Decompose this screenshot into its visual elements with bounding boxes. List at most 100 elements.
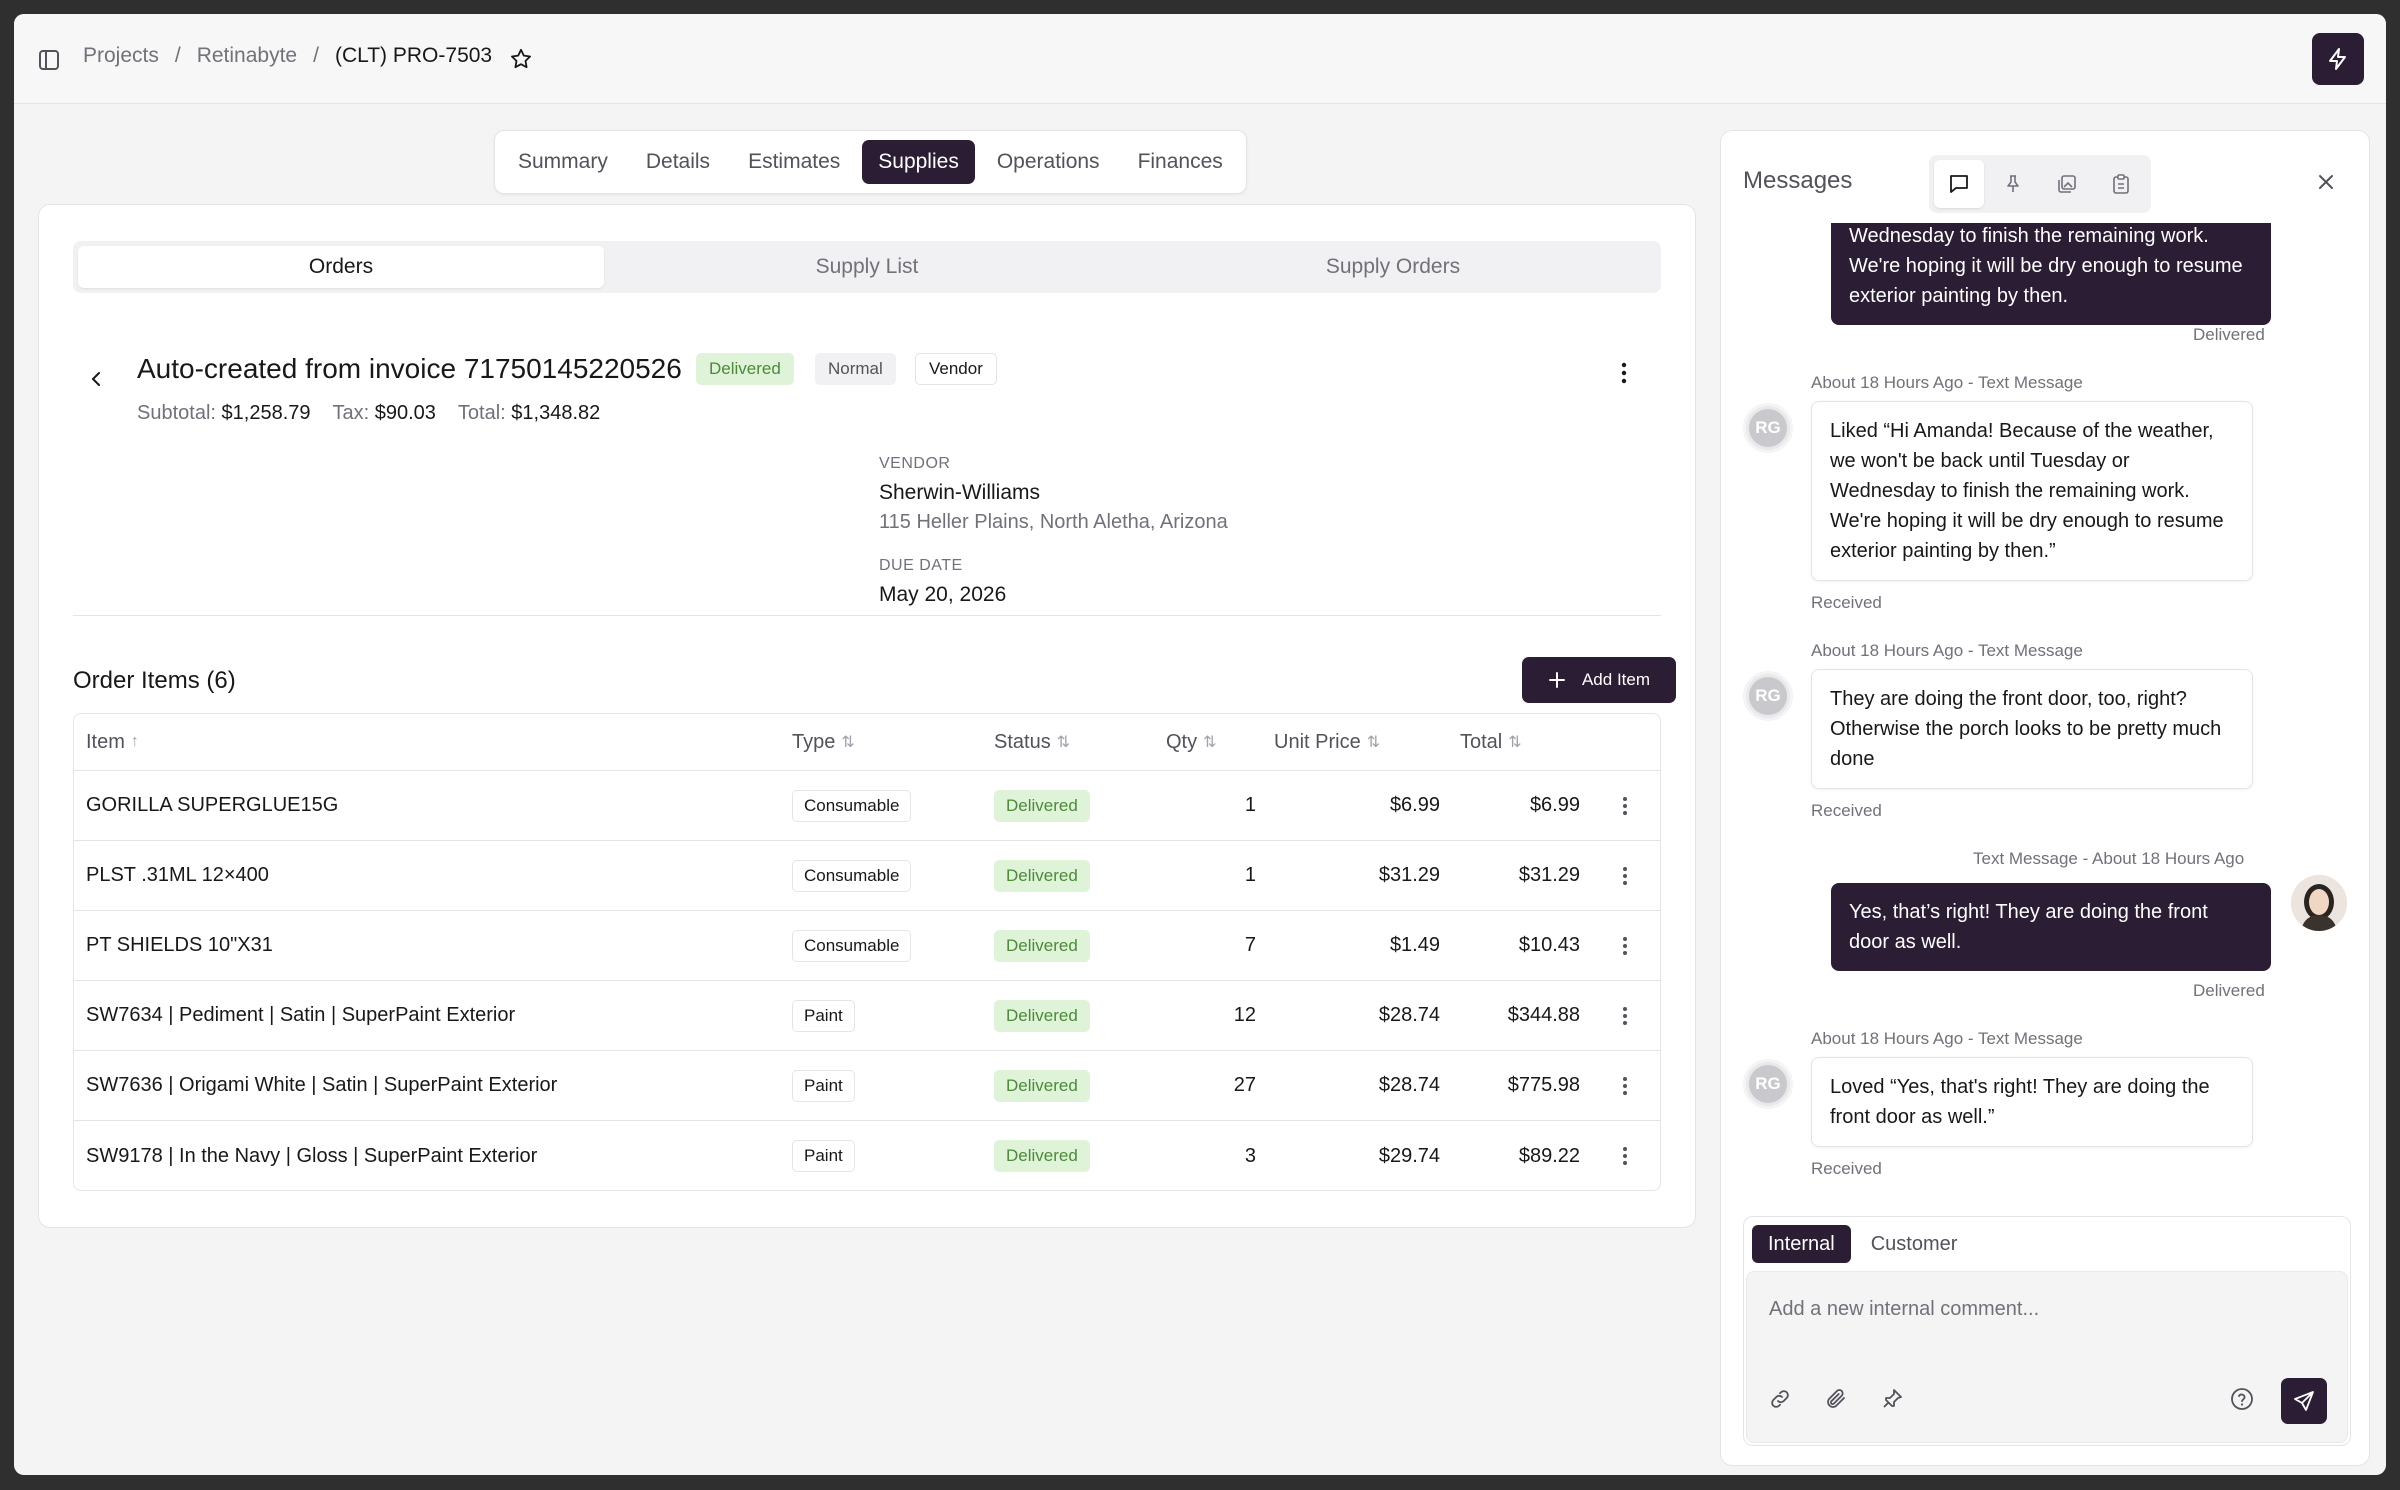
sidebar-toggle-icon[interactable] xyxy=(34,45,64,75)
item-total: $10.43 xyxy=(1518,934,1580,956)
row-more-icon[interactable] xyxy=(1610,1051,1640,1120)
segmented-control: Orders Supply List Supply Orders xyxy=(73,241,1661,293)
table-row[interactable]: SW7634 | Pediment | Satin | SuperPaint E… xyxy=(74,981,1660,1051)
item-name: PLST .31ML 12×400 xyxy=(86,864,269,886)
tab-internal[interactable]: Internal xyxy=(1752,1225,1851,1263)
avatar xyxy=(2291,875,2347,931)
column-item-label: Item xyxy=(86,730,125,753)
column-status[interactable]: Status ⇅ xyxy=(994,714,1070,770)
table-row[interactable]: SW9178 | In the Navy | Gloss | SuperPain… xyxy=(74,1121,1660,1190)
message-thread: Wednesday to finish the remaining work. … xyxy=(1721,223,2369,1213)
tab-supplies[interactable]: Supplies xyxy=(862,140,975,184)
item-type: Paint xyxy=(792,981,855,1050)
message-status: Received xyxy=(1811,593,1882,612)
segment-supply-list[interactable]: Supply List xyxy=(604,246,1130,288)
column-qty[interactable]: Qty ⇅ xyxy=(1166,714,1217,770)
column-item[interactable]: Item ↑ xyxy=(86,714,139,770)
item-type: Paint xyxy=(792,1121,855,1190)
close-icon[interactable] xyxy=(2311,167,2341,197)
item-unit-price: $31.29 xyxy=(1378,864,1440,886)
star-icon[interactable] xyxy=(506,44,536,74)
pin-icon[interactable] xyxy=(1875,1382,1909,1416)
item-qty: 27 xyxy=(1233,1074,1256,1096)
link-icon[interactable] xyxy=(1763,1382,1797,1416)
order-more-icon[interactable] xyxy=(1609,355,1639,391)
tab-operations[interactable]: Operations xyxy=(981,140,1116,184)
order-title: Auto-created from invoice 71750145220526 xyxy=(137,353,682,384)
item-status: Delivered xyxy=(994,1051,1090,1120)
back-chevron-icon[interactable] xyxy=(81,363,113,395)
subtotal-value: $1,258.79 xyxy=(221,402,311,424)
lightning-icon xyxy=(2329,48,2346,70)
comment-input[interactable]: Add a new internal comment... xyxy=(1746,1271,2348,1443)
item-name: SW7634 | Pediment | Satin | SuperPaint E… xyxy=(86,1004,516,1026)
column-total-label: Total xyxy=(1460,730,1503,753)
messages-view-tabs xyxy=(1929,155,2151,213)
segment-orders[interactable]: Orders xyxy=(78,246,604,288)
item-unit-price: $28.74 xyxy=(1378,1004,1440,1026)
column-type-label: Type xyxy=(792,730,836,753)
column-unit-price[interactable]: Unit Price ⇅ xyxy=(1274,714,1380,770)
add-item-button[interactable]: Add Item xyxy=(1522,657,1676,703)
tab-finances[interactable]: Finances xyxy=(1122,140,1239,184)
breadcrumb-company[interactable]: Retinabyte xyxy=(197,44,297,68)
item-status: Delivered xyxy=(994,841,1090,910)
help-icon[interactable] xyxy=(2225,1382,2259,1416)
avatar-initials: RG xyxy=(1749,409,1787,447)
table-row[interactable]: PT SHIELDS 10"X31 Consumable Delivered 7 $1.… xyxy=(74,911,1660,981)
user-photo-icon xyxy=(2291,875,2347,931)
column-qty-label: Qty xyxy=(1166,730,1198,753)
table-row[interactable]: PLST .31ML 12×400 Consumable Delivered 1 $31… xyxy=(74,841,1660,911)
column-type[interactable]: Type ⇅ xyxy=(792,714,855,770)
due-date-value: May 20, 2026 xyxy=(879,583,1007,606)
tab-summary[interactable]: Summary xyxy=(502,140,624,184)
message-status: Received xyxy=(1811,1159,1882,1178)
sort-icon: ⇅ xyxy=(1203,734,1217,751)
message-bubble-incoming: They are doing the front door, too, righ… xyxy=(1811,669,2253,789)
send-icon xyxy=(2294,1391,2314,1411)
item-qty: 1 xyxy=(1244,864,1256,886)
item-type: Consumable xyxy=(792,771,912,840)
row-more-icon[interactable] xyxy=(1610,841,1640,910)
gallery-tab[interactable] xyxy=(2042,160,2092,208)
tab-details[interactable]: Details xyxy=(630,140,726,184)
subtotal-label: Subtotal: xyxy=(137,402,216,424)
row-more-icon[interactable] xyxy=(1610,911,1640,980)
item-total: $344.88 xyxy=(1507,1004,1580,1026)
item-qty: 12 xyxy=(1233,1004,1256,1026)
tax-label: Tax: xyxy=(332,402,370,424)
tab-customer[interactable]: Customer xyxy=(1855,1225,1974,1263)
vendor-name: Sherwin-Williams xyxy=(879,481,1041,504)
message-bubble-outgoing: Wednesday to finish the remaining work. … xyxy=(1831,223,2271,325)
pinned-tab[interactable] xyxy=(1988,160,2038,208)
messages-panel: Messages Wednesday to finish the remaini… xyxy=(1720,130,2370,1466)
row-more-icon[interactable] xyxy=(1610,981,1640,1050)
column-total[interactable]: Total ⇅ xyxy=(1460,714,1522,770)
breadcrumb-projects[interactable]: Projects xyxy=(83,44,159,68)
item-status: Delivered xyxy=(994,981,1090,1050)
send-button[interactable] xyxy=(2281,1378,2327,1424)
item-type: Consumable xyxy=(792,841,912,910)
table-row[interactable]: GORILLA SUPERGLUE15G Consumable Delivered 1… xyxy=(74,771,1660,841)
row-more-icon[interactable] xyxy=(1610,771,1640,840)
breadcrumb-separator: / xyxy=(174,44,181,67)
quick-actions-button[interactable] xyxy=(2312,33,2364,85)
tax-value: $90.03 xyxy=(374,402,436,424)
notes-tab[interactable] xyxy=(2096,160,2146,208)
column-unit-price-label: Unit Price xyxy=(1274,730,1361,753)
segment-supply-orders[interactable]: Supply Orders xyxy=(1130,246,1656,288)
item-total: $31.29 xyxy=(1518,864,1580,886)
paperclip-icon[interactable] xyxy=(1819,1382,1853,1416)
row-more-icon[interactable] xyxy=(1610,1121,1640,1190)
tab-estimates[interactable]: Estimates xyxy=(732,140,856,184)
item-unit-price: $29.74 xyxy=(1378,1144,1440,1167)
table-row[interactable]: SW7636 | Origami White | Satin | SuperPa… xyxy=(74,1051,1660,1121)
type-badge: Paint xyxy=(792,1069,855,1102)
message-meta: Text Message - About 18 Hours Ago xyxy=(1973,849,2245,868)
chat-tab[interactable] xyxy=(1934,160,1984,208)
breadcrumb-separator: / xyxy=(313,44,319,67)
message-bubble-incoming: Loved “Yes, that's right! They are doing… xyxy=(1811,1057,2253,1147)
message-status: Delivered xyxy=(2193,325,2265,344)
comment-placeholder: Add a new internal comment... xyxy=(1769,1298,2040,1320)
priority-badge: Normal xyxy=(815,353,896,385)
